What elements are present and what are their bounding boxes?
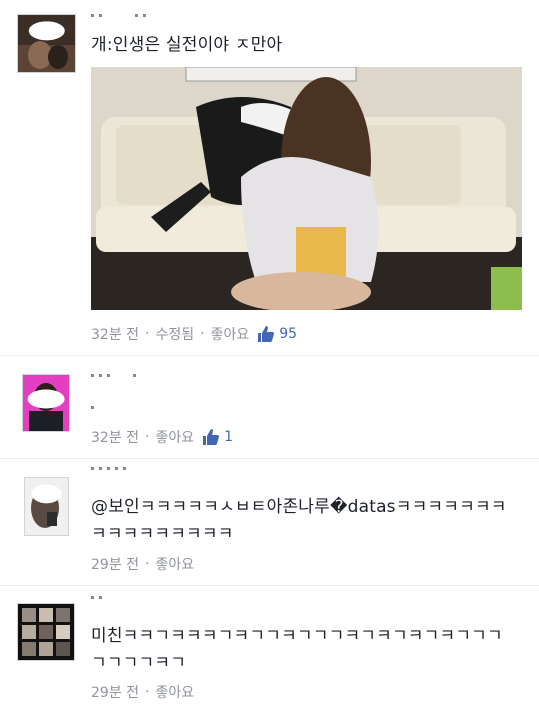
photo-image: [91, 67, 522, 310]
like-button[interactable]: 좋아요: [155, 682, 194, 702]
redaction-mask: [27, 389, 65, 409]
comment-text: @보인ㅋㅋㅋㅋㅋㅅㅂㅌ아존나루�datasㅋㅋㅋㅋㅋㅋㅋㅋㅋㅋㅋㅋㅋㅋㅋㅋ: [91, 497, 507, 544]
author-name-redacted: [91, 467, 131, 477]
comment-meta: 29분 전 · 좋아요: [91, 554, 194, 574]
comment-meta: 32분 전 · 좋아요 1: [91, 427, 233, 447]
avatar[interactable]: [17, 14, 76, 73]
author-name-redacted: [91, 374, 141, 384]
separator: ·: [145, 684, 150, 700]
comment-1: 개:인생은 실전이야 ㅈ만아 32분 전 · 수정됨 · 좋아요 95: [0, 0, 539, 355]
comment-text: 개:인생은 실전이야 ㅈ만아: [91, 35, 283, 55]
like-button[interactable]: 좋아요: [155, 554, 194, 574]
comment-text-redacted: [91, 406, 99, 416]
author-name-redacted: [91, 14, 151, 24]
comment-3: @보인ㅋㅋㅋㅋㅋㅅㅂㅌ아존나루�datasㅋㅋㅋㅋㅋㅋㅋㅋㅋㅋㅋㅋㅋㅋㅋㅋ 29…: [0, 459, 539, 584]
comment-timestamp[interactable]: 32분 전: [91, 427, 139, 447]
like-count[interactable]: 95: [279, 326, 297, 342]
avatar-photo: [18, 604, 74, 660]
thumbs-up-icon: [202, 428, 220, 446]
comment-timestamp[interactable]: 29분 전: [91, 554, 139, 574]
comment-meta: 32분 전 · 수정됨 · 좋아요 95: [91, 324, 297, 344]
like-count[interactable]: 1: [224, 429, 233, 445]
like-button[interactable]: 좋아요: [155, 427, 194, 447]
avatar[interactable]: [24, 477, 69, 536]
thumbs-up-icon: [257, 325, 275, 343]
comment-timestamp[interactable]: 32분 전: [91, 324, 139, 344]
like-button[interactable]: 좋아요: [211, 324, 250, 344]
author-name-redacted: [91, 596, 107, 606]
separator: ·: [145, 326, 150, 342]
avatar[interactable]: [22, 374, 70, 432]
separator: ·: [145, 556, 150, 572]
comment-4: 미친ㅋㅋㄱㅋㅋㅋㄱㅋㄱㄱㅋㄱㄱㄱㅋㄱㅋㄱㅋㄱㅋㄱㄱㄱㄱㄱㄱㄱㅋㄱ 29분 전 ·…: [0, 586, 539, 712]
comment-2: 32분 전 · 좋아요 1: [0, 356, 539, 456]
comment-timestamp[interactable]: 29분 전: [91, 682, 139, 702]
comment-meta: 29분 전 · 좋아요: [91, 682, 194, 702]
separator: ·: [200, 326, 205, 342]
comment-text: 미친ㅋㅋㄱㅋㅋㅋㄱㅋㄱㄱㅋㄱㄱㄱㅋㄱㅋㄱㅋㄱㅋㄱㄱㄱㄱㄱㄱㄱㅋㄱ: [91, 626, 503, 673]
separator: ·: [145, 429, 150, 445]
edited-label[interactable]: 수정됨: [155, 324, 194, 344]
comment-photo[interactable]: [91, 67, 522, 310]
avatar[interactable]: [17, 603, 75, 661]
